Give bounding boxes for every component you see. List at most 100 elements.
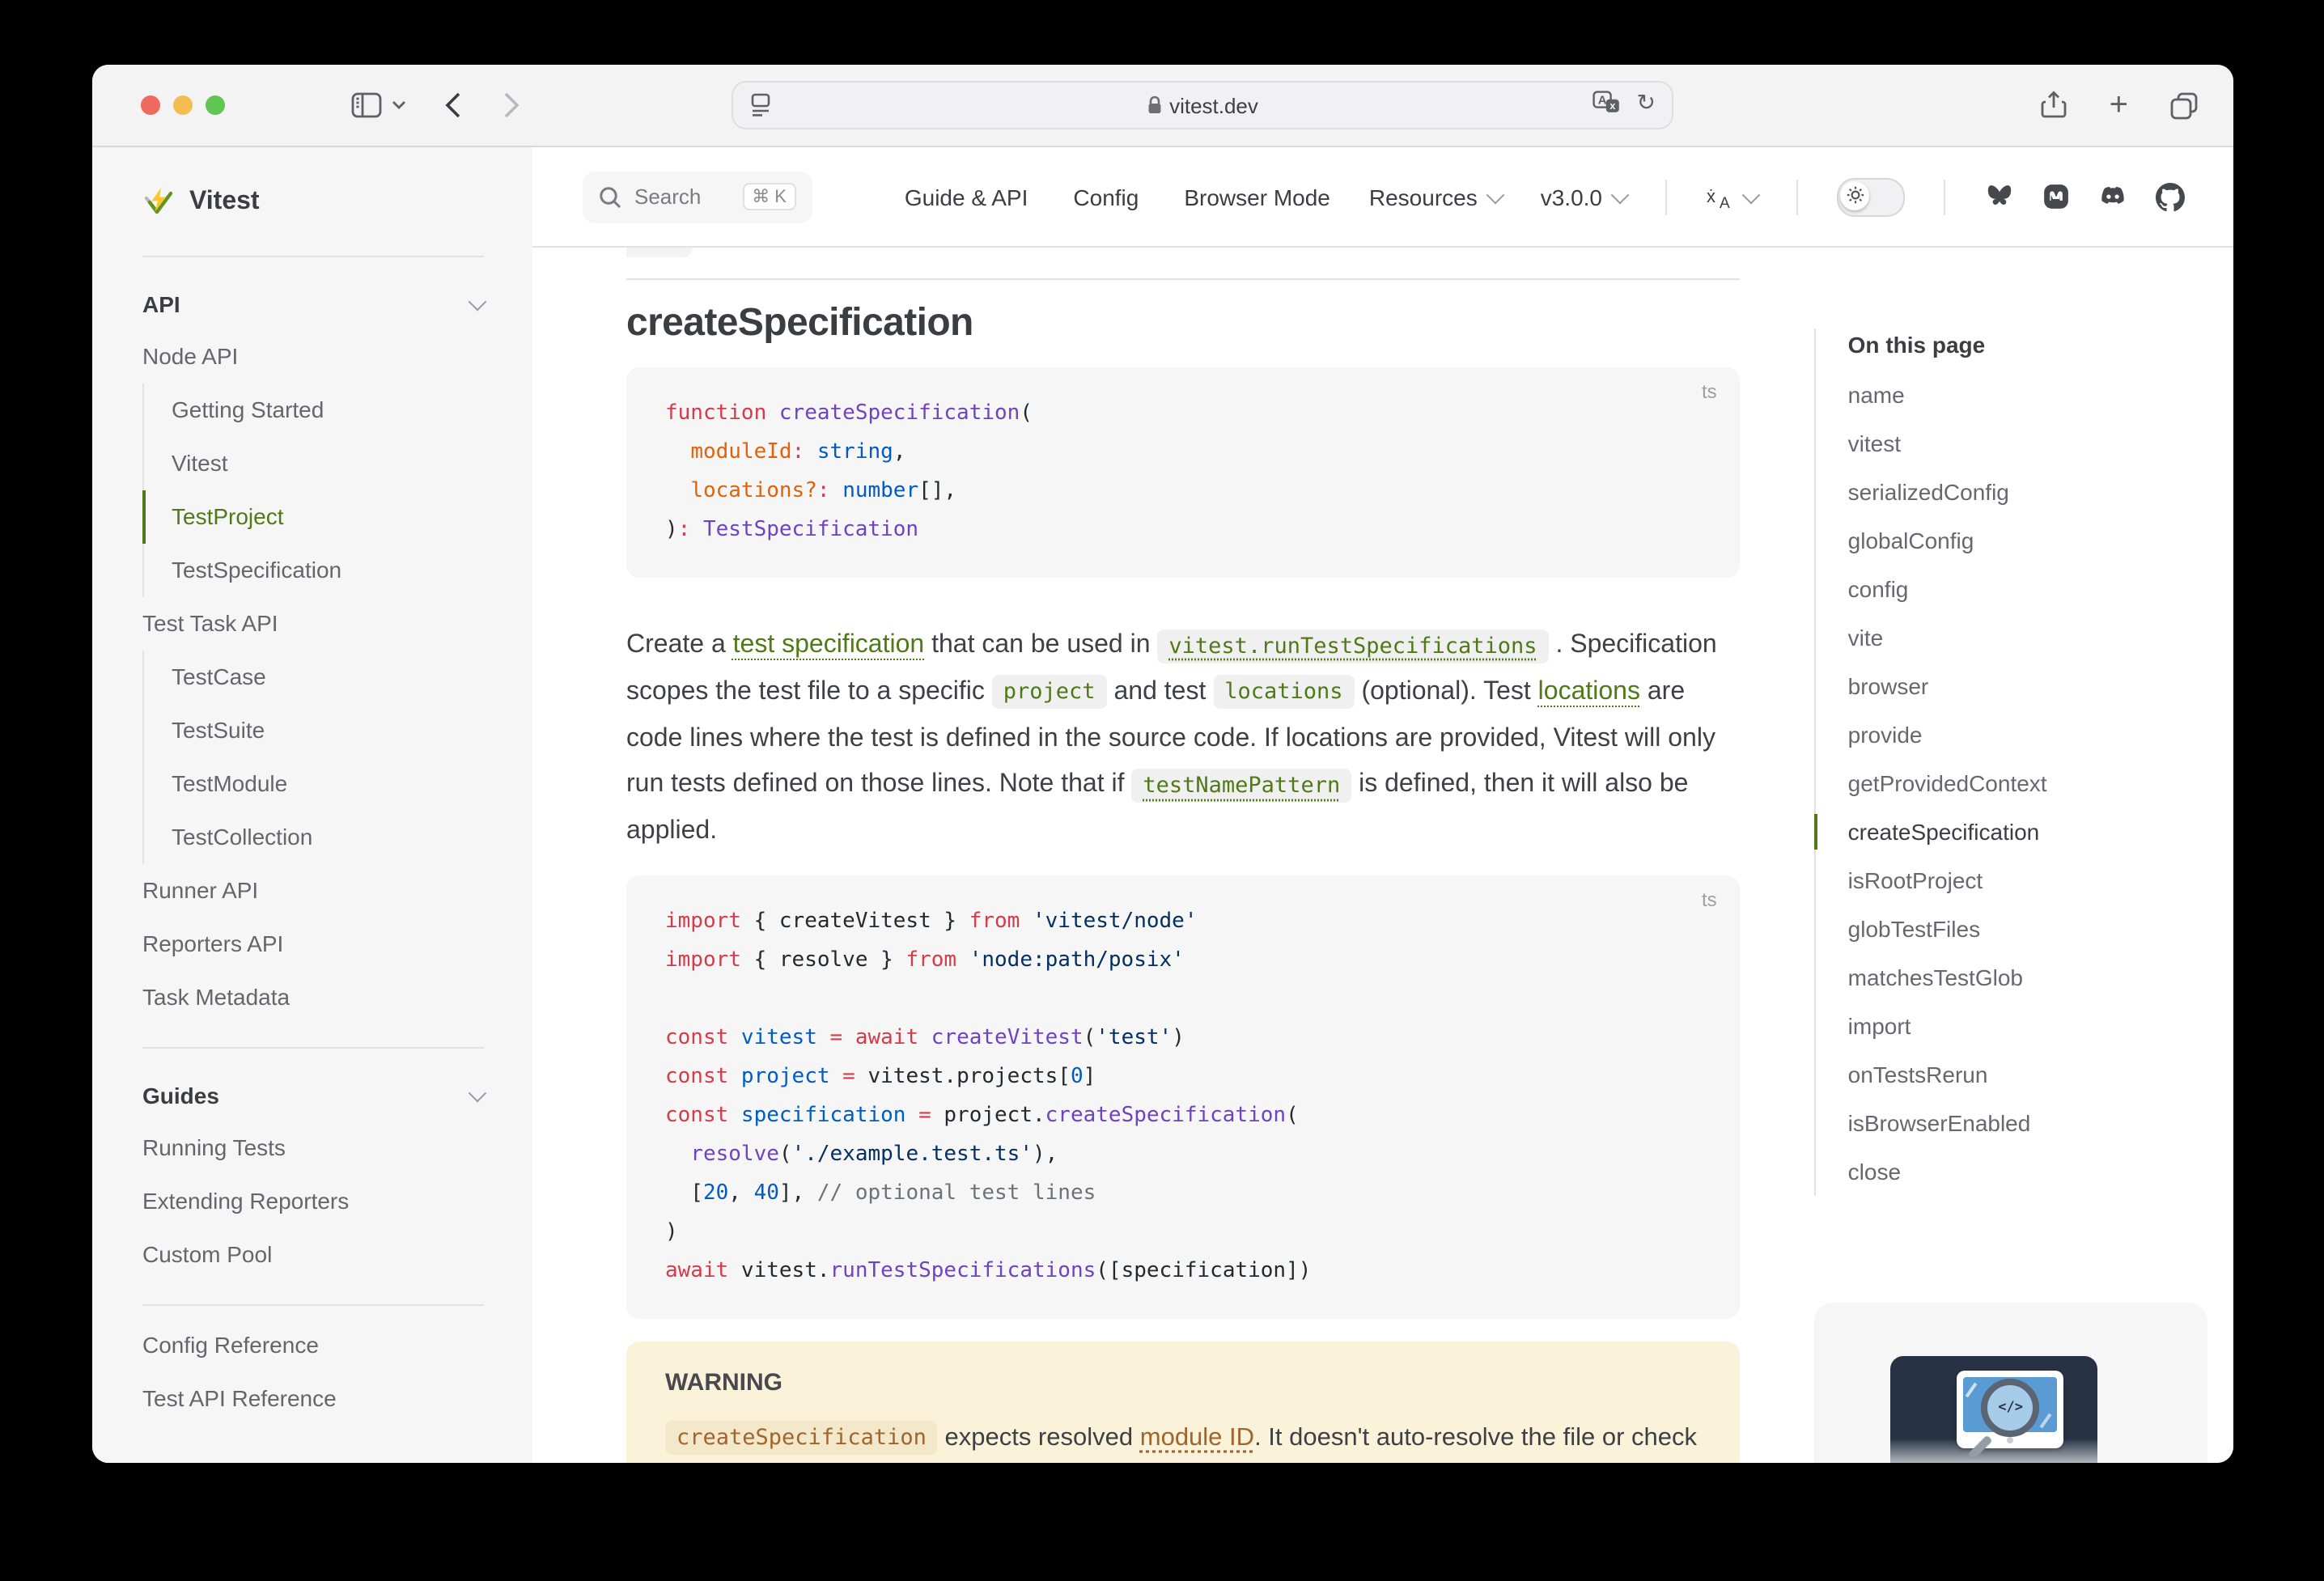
- refresh-icon[interactable]: ↻: [1637, 91, 1656, 113]
- code-token: =: [905, 1104, 931, 1128]
- translate-icon[interactable]: A x: [1593, 91, 1621, 113]
- toc-item-getprovidedcontext[interactable]: getProvidedContext: [1848, 759, 2233, 807]
- language-menu-button[interactable]: ẋ A: [1706, 184, 1758, 210]
- text-link-locations[interactable]: locations: [1538, 678, 1640, 706]
- address-bar[interactable]: vitest.dev A x ↻: [732, 81, 1673, 129]
- code-glyph: </>: [1998, 1400, 2023, 1416]
- resources-label: Resources: [1369, 184, 1478, 210]
- code-token: [665, 479, 690, 503]
- toc-item-name[interactable]: name: [1848, 371, 2233, 419]
- version-label: v3.0.0: [1541, 184, 1602, 210]
- toc-title: On this page: [1848, 328, 2233, 361]
- sidebar-item-vitest[interactable]: Vitest: [142, 437, 484, 490]
- sidebar-item-testsuite[interactable]: TestSuite: [142, 704, 484, 757]
- toc-item-ontestsrerun[interactable]: onTestsRerun: [1848, 1050, 2233, 1099]
- sidebar-section-guides[interactable]: Guides: [142, 1068, 484, 1121]
- sun-icon: [1846, 186, 1864, 204]
- sidebar-item-testspecification[interactable]: TestSpecification: [142, 544, 484, 597]
- code-token: [],: [918, 479, 956, 503]
- back-icon[interactable]: [445, 92, 461, 118]
- sponsor-card[interactable]: </>: [1814, 1303, 2207, 1463]
- previous-block-remnant: [626, 248, 693, 257]
- forward-icon[interactable]: [503, 92, 520, 118]
- github-icon[interactable]: [2156, 182, 2185, 211]
- toc-item-browser[interactable]: browser: [1848, 662, 2233, 710]
- code-token: =: [830, 1065, 855, 1089]
- sidebar-item-test-api-reference[interactable]: Test API Reference: [142, 1372, 484, 1426]
- code-link-testnamepattern[interactable]: testNamePattern: [1131, 769, 1351, 803]
- sidebar-item-testproject[interactable]: TestProject: [142, 490, 484, 544]
- sidebar-item-running-tests[interactable]: Running Tests: [142, 1121, 484, 1175]
- nav-link-browser-mode[interactable]: Browser Mode: [1184, 184, 1330, 210]
- chevron-down-icon[interactable]: [392, 100, 406, 110]
- toc-item-globtestfiles[interactable]: globTestFiles: [1848, 905, 2233, 953]
- toc-item-import[interactable]: import: [1848, 1002, 2233, 1050]
- text-link-test-specification[interactable]: test specification: [733, 631, 925, 659]
- code-token: from: [905, 948, 956, 973]
- toc-item-provide[interactable]: provide: [1848, 710, 2233, 759]
- code-token: ): [1172, 1026, 1185, 1050]
- toc-item-vitest[interactable]: vitest: [1848, 419, 2233, 468]
- sidebar-item-testcollection[interactable]: TestCollection: [142, 811, 484, 864]
- nav-dropdown-version[interactable]: v3.0.0: [1541, 184, 1626, 210]
- code-token: vitest.projects[: [855, 1065, 1071, 1089]
- inline-code-project[interactable]: project: [992, 676, 1107, 710]
- sidebar-item-runner-api[interactable]: Runner API: [142, 864, 484, 918]
- toolbar-left-controls: [351, 65, 520, 146]
- close-window-button[interactable]: [141, 95, 160, 115]
- sidebar-item-config-reference[interactable]: Config Reference: [142, 1319, 484, 1372]
- toc-item-isbrowserenabled[interactable]: isBrowserEnabled: [1848, 1099, 2233, 1147]
- sidebar-item-extending-reporters[interactable]: Extending Reporters: [142, 1175, 484, 1228]
- discord-icon[interactable]: [2097, 184, 2128, 210]
- toc-item-isrootproject[interactable]: isRootProject: [1848, 856, 2233, 905]
- sidebar-item-reporters-api[interactable]: Reporters API: [142, 918, 484, 971]
- on-this-page: On this page namevitestserializedConfigg…: [1814, 328, 2233, 1196]
- theme-toggle[interactable]: [1837, 177, 1905, 216]
- sidebar-section-api[interactable]: API: [142, 277, 484, 330]
- code-token: import: [665, 909, 741, 934]
- code-token: (: [1020, 401, 1033, 426]
- code-line: const specification = project.createSpec…: [665, 1097, 1701, 1136]
- bluesky-icon[interactable]: [1984, 183, 2015, 210]
- mastodon-icon[interactable]: [2042, 183, 2070, 210]
- sidebar-toggle-icon[interactable]: [351, 92, 382, 118]
- sidebar-item-node-api[interactable]: Node API: [142, 330, 484, 384]
- code-lang-label: ts: [1702, 380, 1717, 403]
- code-token: :: [817, 479, 830, 503]
- toc-item-close[interactable]: close: [1848, 1147, 2233, 1196]
- warning-callout: WARNING createSpecification expects reso…: [626, 1342, 1740, 1463]
- code-token: (: [779, 1142, 792, 1167]
- sidebar-item-task-metadata[interactable]: Task Metadata: [142, 971, 484, 1024]
- inline-code-locations[interactable]: locations: [1213, 676, 1354, 710]
- search-button[interactable]: Search ⌘ K: [583, 171, 812, 223]
- nav-dropdown-resources[interactable]: Resources: [1369, 184, 1502, 210]
- code-token: resolve: [690, 1142, 779, 1167]
- sidebar-item-custom-pool[interactable]: Custom Pool: [142, 1228, 484, 1282]
- toc-item-matchestestglob[interactable]: matchesTestGlob: [1848, 953, 2233, 1002]
- sidebar-item-test-task-api[interactable]: Test Task API: [142, 597, 484, 651]
- toc-item-vite[interactable]: vite: [1848, 613, 2233, 662]
- sidebar-item-testmodule[interactable]: TestModule: [142, 757, 484, 811]
- code-line: moduleId: string,: [665, 434, 1701, 473]
- sidebar-item-getting-started[interactable]: Getting Started: [142, 384, 484, 437]
- new-tab-icon[interactable]: +: [2110, 87, 2128, 124]
- code-token: [665, 440, 690, 464]
- toc-item-globalconfig[interactable]: globalConfig: [1848, 516, 2233, 565]
- site-logo[interactable]: Vitest: [142, 147, 484, 257]
- logo-icon: [142, 185, 175, 218]
- zoom-window-button[interactable]: [206, 95, 225, 115]
- toc-item-config[interactable]: config: [1848, 565, 2233, 613]
- sidebar-item-testcase[interactable]: TestCase: [142, 651, 484, 704]
- tabs-icon[interactable]: [2170, 91, 2198, 119]
- nav-link-config[interactable]: Config: [1073, 184, 1139, 210]
- minimize-window-button[interactable]: [173, 95, 193, 115]
- share-icon[interactable]: [2042, 91, 2067, 120]
- toc-item-serializedconfig[interactable]: serializedConfig: [1848, 468, 2233, 516]
- code-link-vitest-runtestspecifications[interactable]: vitest.runTestSpecifications: [1157, 629, 1548, 663]
- nav-link-guide-api[interactable]: Guide & API: [905, 184, 1028, 210]
- text-link-module-id[interactable]: module ID: [1140, 1424, 1254, 1452]
- toc-item-createspecification[interactable]: createSpecification: [1848, 807, 2233, 856]
- code-line: locations?: number[],: [665, 473, 1701, 511]
- code-token: ],: [779, 1181, 817, 1206]
- code-line: import { createVitest } from 'vitest/nod…: [665, 903, 1701, 942]
